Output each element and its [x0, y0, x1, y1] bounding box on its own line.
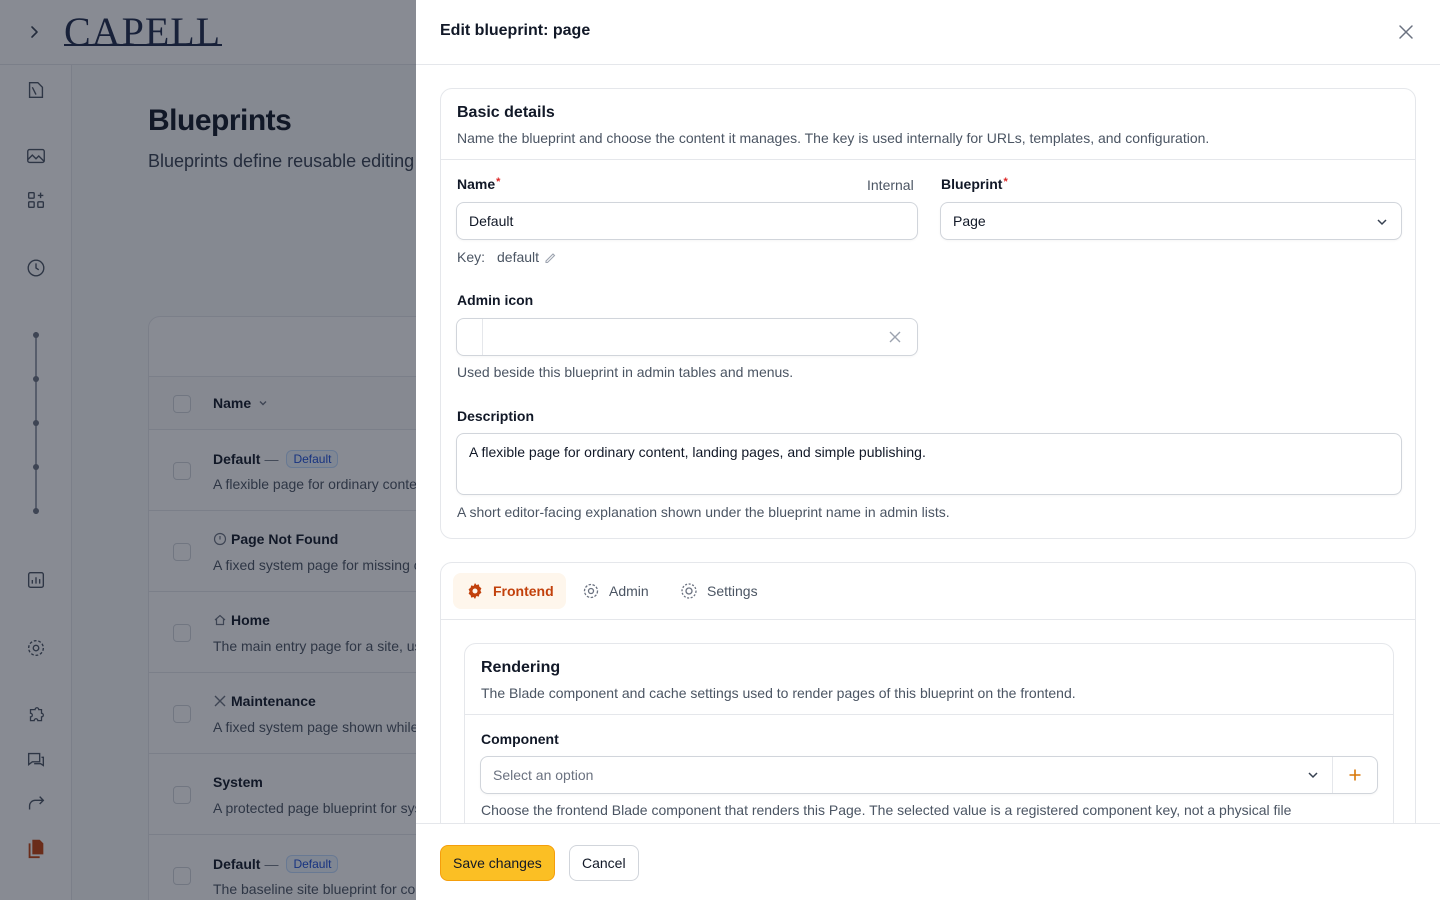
key-value[interactable]: default — [497, 249, 557, 265]
name-internal-note: Internal — [867, 177, 914, 193]
section-header: Rendering The Blade component and cache … — [465, 644, 1393, 715]
section-description: Name the blueprint and choose the conten… — [457, 130, 1210, 146]
drawer-header: Edit blueprint: page — [416, 0, 1440, 65]
clear-icon[interactable] — [888, 330, 902, 344]
required-mark: * — [1003, 176, 1008, 188]
key-label: Key: — [457, 249, 486, 265]
description-textarea[interactable]: A flexible page for ordinary content, la… — [456, 433, 1402, 495]
blueprint-select[interactable]: Page — [940, 202, 1402, 240]
description-label: Description — [457, 408, 535, 424]
admin-icon-hint: Used beside this blueprint in admin tabl… — [457, 364, 794, 380]
chevron-down-icon — [1308, 772, 1318, 779]
drawer-footer: Save changes Cancel — [416, 823, 1440, 900]
blueprint-label: Blueprint* — [941, 176, 1008, 192]
tab-label: Settings — [707, 583, 758, 599]
cog-solid-icon — [468, 583, 482, 599]
cog-outline-icon — [583, 583, 599, 599]
section-title: Basic details — [457, 104, 555, 121]
tab-label: Frontend — [493, 583, 554, 599]
name-label-text: Name — [457, 176, 496, 192]
required-mark: * — [496, 176, 501, 188]
config-tabs: Frontend Admin Settings — [441, 563, 1415, 620]
drawer-title: Edit blueprint: page — [440, 22, 591, 39]
chevron-down-icon — [1377, 219, 1387, 226]
cancel-button[interactable]: Cancel — [569, 845, 639, 881]
description-hint: A short editor-facing explanation shown … — [457, 504, 950, 520]
configuration-tabs-section: Frontend Admin Settings Rendering The Bl… — [440, 562, 1416, 823]
component-hint: Choose the frontend Blade component that… — [481, 802, 1292, 818]
drawer-body[interactable]: Basic details Name the blueprint and cho… — [416, 65, 1440, 823]
component-placeholder: Select an option — [493, 767, 594, 783]
name-label: Name* — [457, 176, 500, 192]
blueprint-select-value: Page — [953, 213, 986, 229]
component-select[interactable]: Select an option — [480, 756, 1378, 794]
admin-icon-label: Admin icon — [457, 292, 534, 308]
tab-admin[interactable]: Admin — [569, 573, 661, 609]
section-description: The Blade component and cache settings u… — [481, 685, 1076, 701]
settings-icon — [681, 583, 697, 599]
tab-label: Admin — [609, 583, 649, 599]
rendering-section: Rendering The Blade component and cache … — [464, 643, 1394, 823]
edit-blueprint-drawer: Edit blueprint: page Basic details Name … — [416, 0, 1440, 900]
plus-icon — [1349, 769, 1361, 781]
key-value-text: default — [497, 249, 540, 265]
section-header: Basic details Name the blueprint and cho… — [441, 89, 1415, 160]
component-label: Component — [481, 731, 559, 747]
blueprint-label-text: Blueprint — [941, 176, 1003, 192]
tab-frontend[interactable]: Frontend — [453, 573, 566, 609]
name-field[interactable]: Default — [456, 202, 918, 240]
icon-preview-slot — [457, 319, 483, 355]
add-component-button[interactable] — [1332, 757, 1377, 793]
pencil-icon[interactable] — [543, 250, 557, 264]
close-icon[interactable] — [1396, 22, 1416, 42]
basic-details-section: Basic details Name the blueprint and cho… — [440, 88, 1416, 539]
save-button[interactable]: Save changes — [440, 845, 555, 881]
section-title: Rendering — [481, 659, 561, 676]
key-row: Key: default — [457, 249, 557, 265]
admin-icon-picker[interactable] — [456, 318, 918, 356]
tab-settings[interactable]: Settings — [667, 573, 770, 609]
